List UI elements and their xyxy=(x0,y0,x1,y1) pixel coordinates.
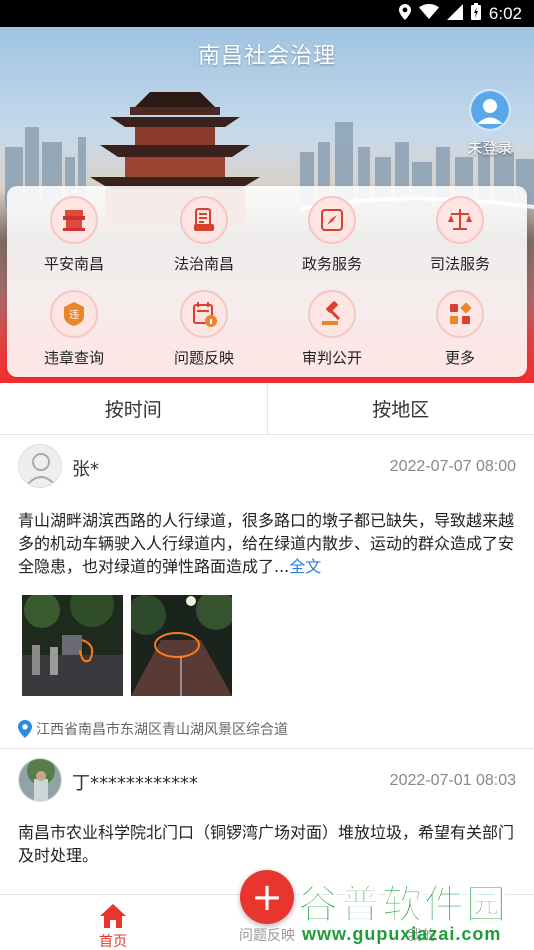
post-author: 张* xyxy=(72,459,99,480)
menu-label: 法治南昌 xyxy=(173,255,234,273)
post-text: 青山湖畔湖滨西路的人行绿道，很多路口的墩子都已缺失，导致越来越多的机动车辆驶入人… xyxy=(18,511,515,576)
menu-item-government-services[interactable]: 政务服务 xyxy=(277,196,387,276)
svg-text:违: 违 xyxy=(69,309,79,321)
wifi-icon xyxy=(418,4,439,23)
post-content: 青山湖畔湖滨西路的人行绿道，很多路口的墩子都已缺失，导致越来越多的机动车辆驶入人… xyxy=(18,509,518,578)
location-status-icon xyxy=(398,3,411,24)
add-report-button[interactable]: + xyxy=(240,870,294,924)
post-content: 南昌市农业科学院北门口（铜锣湾广场对面）堆放垃圾，希望有关部门及时处理。 xyxy=(18,821,518,867)
watermark-url: www.gupuxiazai.com xyxy=(302,924,502,944)
menu-label: 司法服务 xyxy=(429,255,490,273)
status-time: 6:02 xyxy=(488,3,522,23)
login-status-label[interactable]: 未登录 xyxy=(460,137,520,158)
more-grid-icon xyxy=(436,290,484,338)
user-icon xyxy=(471,91,509,129)
scales-icon xyxy=(436,196,484,244)
menu-label: 平安南昌 xyxy=(43,255,104,273)
post-photo[interactable] xyxy=(22,595,123,696)
location-pin-icon xyxy=(18,720,32,738)
post-photo[interactable] xyxy=(131,595,232,696)
post-location-text: 江西省南昌市东湖区青山湖风景区综合道 xyxy=(36,722,288,738)
service-menu: 平安南昌 法治南昌 政务服务 司法服务 违 违章查询 问题反映 审判公开 更多 xyxy=(7,186,527,377)
battery-icon xyxy=(470,3,481,24)
post-time: 2022-07-01 08:03 xyxy=(389,772,516,789)
night-street-photo xyxy=(22,595,123,696)
user-avatar-button[interactable] xyxy=(469,89,511,131)
user-photo-avatar xyxy=(19,759,61,801)
nav-report-label: 问题反映 xyxy=(239,928,295,944)
menu-item-problem-report[interactable]: 问题反映 xyxy=(149,290,259,370)
watermark-title: 谷普软件园 xyxy=(298,882,508,929)
avatar xyxy=(18,758,62,802)
avatar xyxy=(18,444,62,488)
sort-tabs: 按时间 按地区 xyxy=(0,383,534,435)
menu-label: 政务服务 xyxy=(301,255,362,273)
safe-city-icon xyxy=(50,196,98,244)
post-photo[interactable] xyxy=(22,887,123,894)
post-author: 丁************ xyxy=(72,773,198,794)
tab-by-time[interactable]: 按时间 xyxy=(0,383,267,434)
menu-item-more[interactable]: 更多 xyxy=(405,290,515,370)
calendar-info-icon xyxy=(180,290,228,338)
read-more-link[interactable]: 全文 xyxy=(289,557,321,576)
menu-item-violation-query[interactable]: 违 违章查询 xyxy=(19,290,129,370)
menu-item-law-nanchang[interactable]: 法治南昌 xyxy=(149,196,259,276)
nav-home[interactable]: 首页 xyxy=(73,903,153,950)
home-icon xyxy=(100,904,126,928)
tab-by-region[interactable]: 按地区 xyxy=(266,383,534,434)
nav-home-label: 首页 xyxy=(99,934,127,950)
app-title: 南昌社会治理 xyxy=(197,44,336,69)
menu-label: 问题反映 xyxy=(173,349,234,367)
night-path-photo xyxy=(131,595,232,696)
post-location: 江西省南昌市东湖区青山湖风景区综合道 xyxy=(18,719,288,739)
gavel-icon xyxy=(308,290,356,338)
menu-label: 违章查询 xyxy=(43,349,104,367)
compass-icon xyxy=(308,196,356,244)
watermark: 谷普软件园 www.gupuxiazai.com xyxy=(292,866,534,950)
signal-icon xyxy=(446,3,463,24)
menu-item-judicial-services[interactable]: 司法服务 xyxy=(405,196,515,276)
menu-item-safe-nanchang[interactable]: 平安南昌 xyxy=(19,196,129,276)
post-item[interactable]: 张* 2022-07-07 08:00 青山湖畔湖滨西路的人行绿道，很多路口的墩… xyxy=(0,435,534,748)
menu-item-trial-public[interactable]: 审判公开 xyxy=(277,290,387,370)
post-time: 2022-07-07 08:00 xyxy=(389,458,516,475)
menu-label: 更多 xyxy=(444,349,475,367)
default-user-icon xyxy=(19,445,61,487)
law-document-icon xyxy=(180,196,228,244)
post-text: 南昌市农业科学院北门口（铜锣湾广场对面）堆放垃圾，希望有关部门及时处理。 xyxy=(18,823,515,865)
violation-badge-icon: 违 xyxy=(50,290,98,338)
status-bar: 6:02 xyxy=(0,0,534,27)
menu-label: 审判公开 xyxy=(301,349,362,367)
